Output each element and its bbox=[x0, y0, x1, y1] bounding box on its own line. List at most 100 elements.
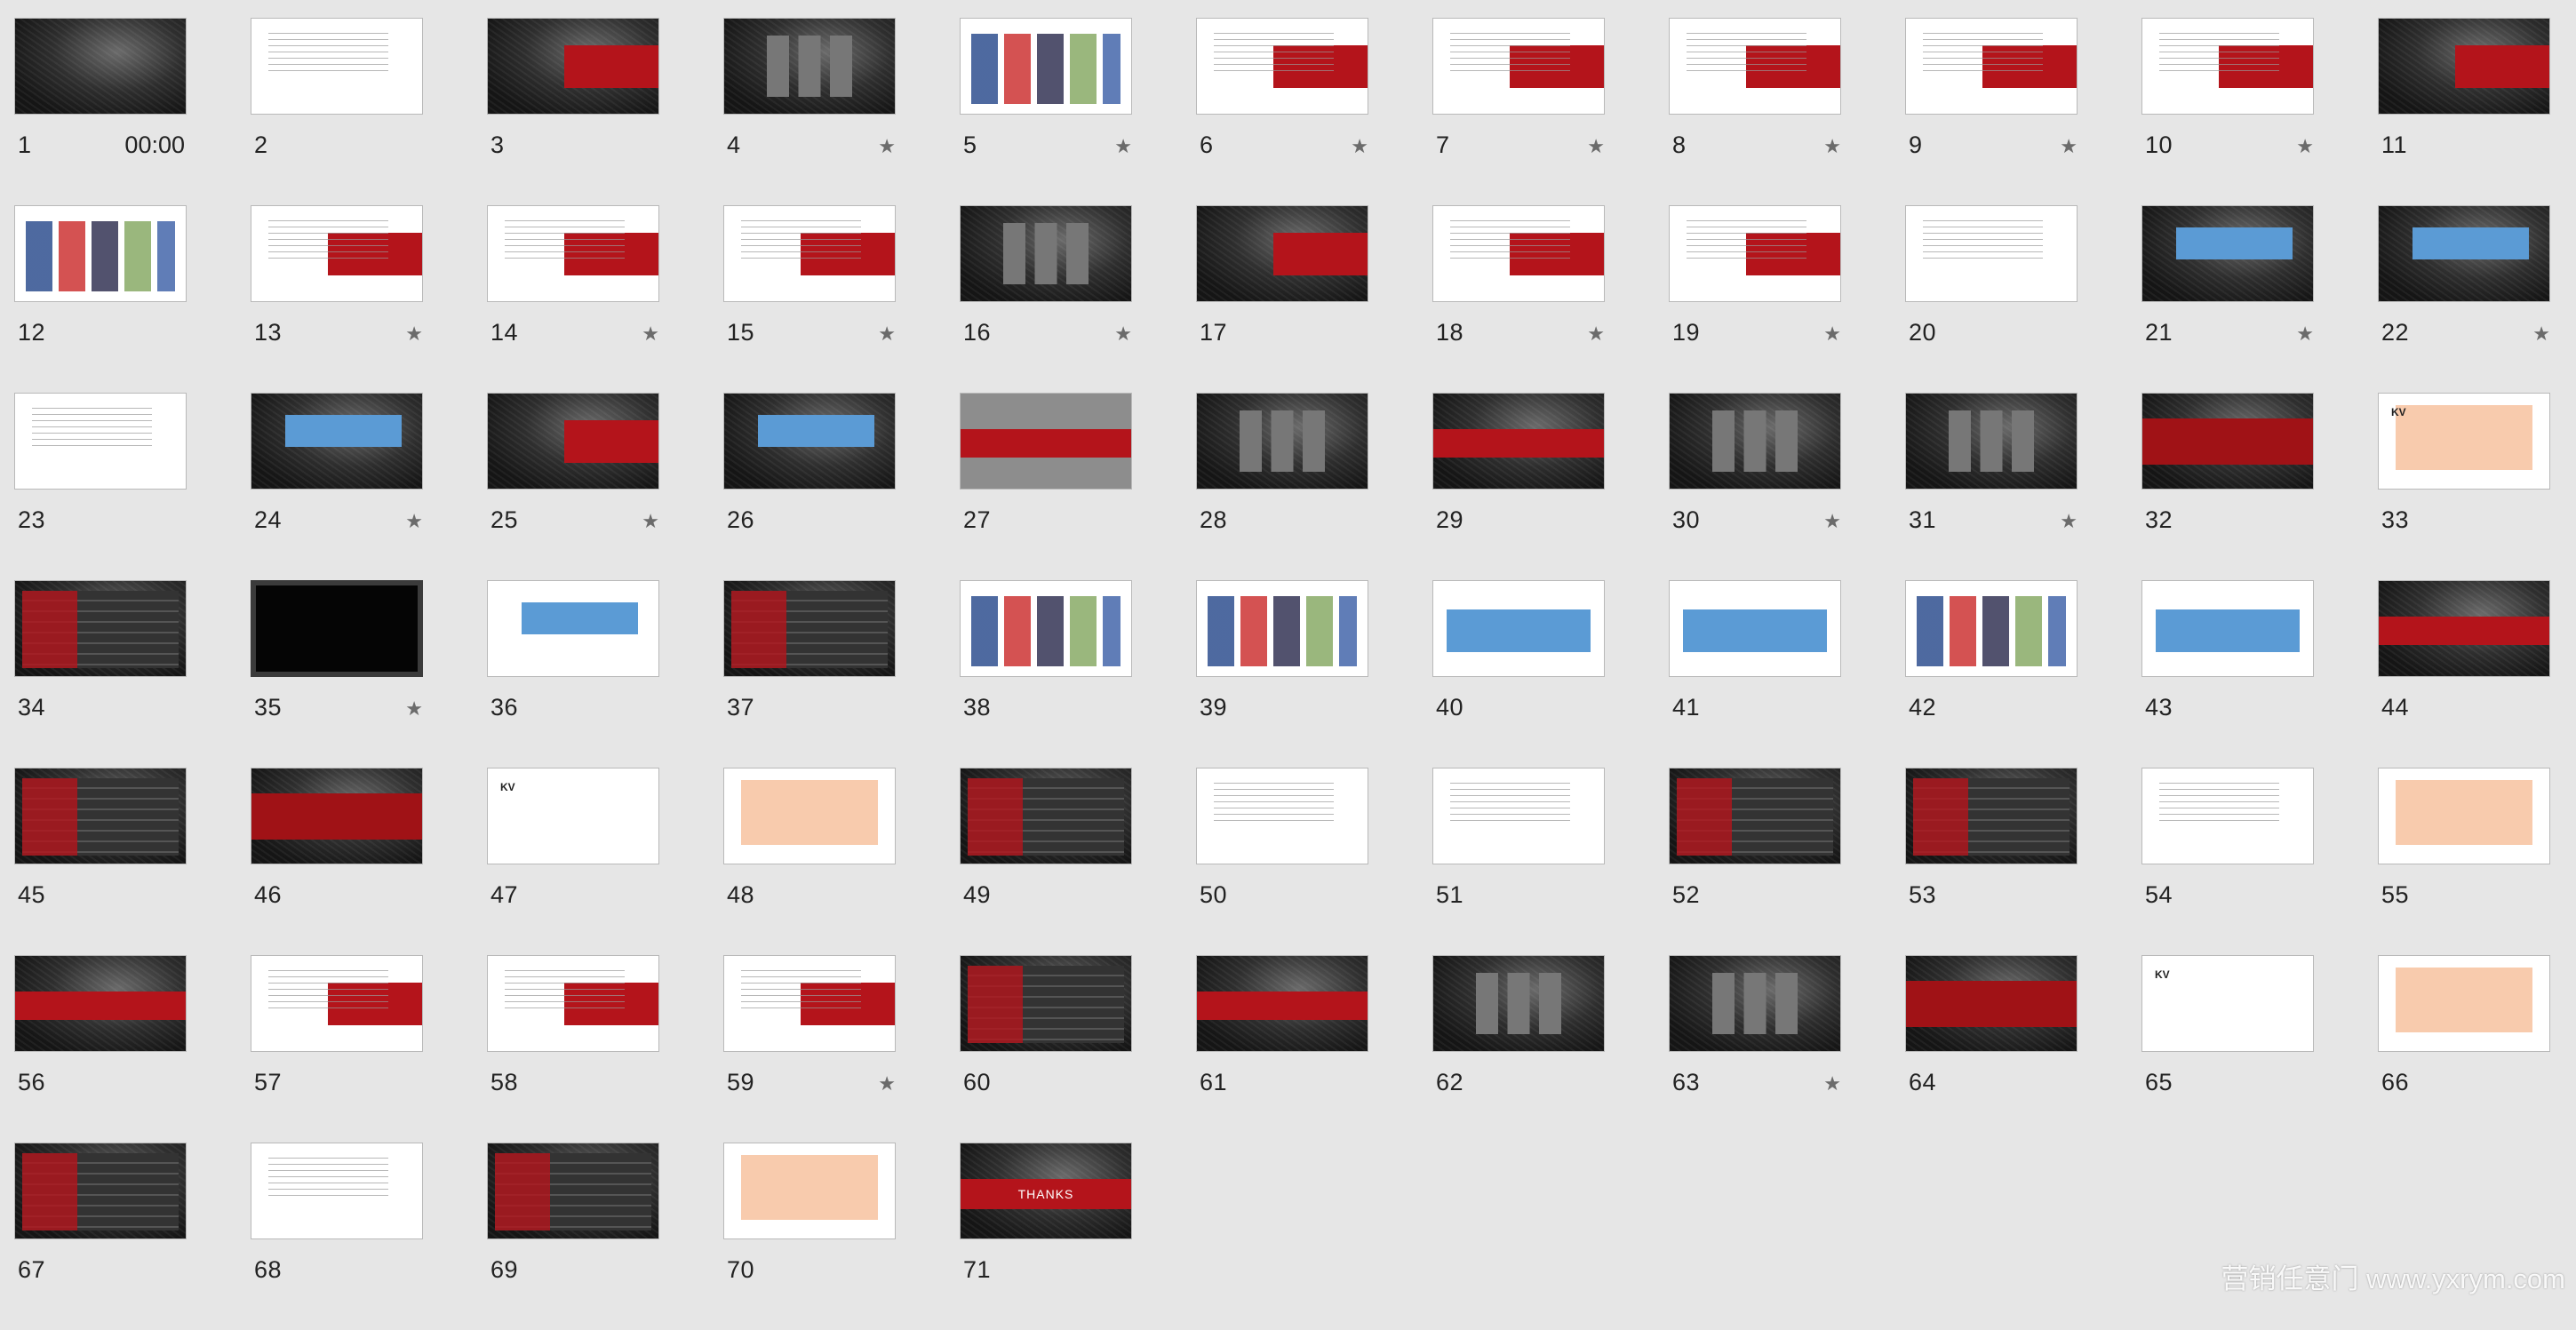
slide-thumbnail[interactable]: 29 bbox=[1432, 393, 1605, 580]
slide-thumbnail[interactable]: 45 bbox=[14, 768, 187, 955]
slide-preview bbox=[14, 393, 187, 490]
slide-number: 33 bbox=[2381, 506, 2410, 533]
slide-thumbnail[interactable]: 27 bbox=[960, 393, 1132, 580]
slide-thumbnail[interactable]: 34 bbox=[14, 580, 187, 768]
slide-thumbnail[interactable]: 28 bbox=[1196, 393, 1368, 580]
slide-thumbnail[interactable]: KV 33 bbox=[2378, 393, 2550, 580]
slide-preview bbox=[2141, 768, 2314, 864]
animation-star-icon: ★ bbox=[1587, 323, 1605, 345]
slide-thumbnail[interactable]: 67 bbox=[14, 1143, 187, 1330]
animation-star-icon: ★ bbox=[1823, 510, 1841, 532]
slide-thumbnail[interactable]: 57 bbox=[251, 955, 423, 1143]
slide-number: 64 bbox=[1909, 1069, 1937, 1095]
table-panel bbox=[967, 965, 1125, 1044]
slide-thumbnail[interactable]: 22 ★ bbox=[2378, 205, 2550, 393]
slide-thumbnail[interactable]: 38 bbox=[960, 580, 1132, 768]
slide-thumbnail[interactable]: 23 bbox=[14, 393, 187, 580]
slide-thumbnail[interactable]: 31 ★ bbox=[1905, 393, 2078, 580]
slide-thumbnail[interactable]: 25 ★ bbox=[487, 393, 659, 580]
slide-thumbnail[interactable]: KV 47 bbox=[487, 768, 659, 955]
slide-thumbnail[interactable]: 4 ★ bbox=[723, 18, 896, 205]
animation-star-icon: ★ bbox=[642, 510, 659, 532]
text-lines bbox=[268, 33, 388, 71]
slide-thumbnail[interactable]: 69 bbox=[487, 1143, 659, 1330]
slide-thumbnail[interactable]: 36 bbox=[487, 580, 659, 768]
slide-thumbnail[interactable]: 24 ★ bbox=[251, 393, 423, 580]
slide-thumbnail[interactable]: 26 bbox=[723, 393, 896, 580]
slide-thumbnail[interactable]: 19 ★ bbox=[1669, 205, 1841, 393]
slide-thumbnail[interactable]: 39 bbox=[1196, 580, 1368, 768]
slide-thumbnail[interactable]: 3 bbox=[487, 18, 659, 205]
slide-thumbnail[interactable]: 66 bbox=[2378, 955, 2550, 1143]
slide-thumbnail[interactable]: 30 ★ bbox=[1669, 393, 1841, 580]
slide-thumbnail[interactable]: 2 bbox=[251, 18, 423, 205]
slide-thumbnail[interactable]: 49 bbox=[960, 768, 1132, 955]
slide-thumbnail[interactable]: 1 00:00 bbox=[14, 18, 187, 205]
slide-preview bbox=[960, 393, 1132, 490]
slide-thumbnail[interactable]: 37 bbox=[723, 580, 896, 768]
slide-thumbnail[interactable]: 48 bbox=[723, 768, 896, 955]
slide-preview bbox=[723, 1143, 896, 1239]
slide-thumbnail[interactable]: KV 65 bbox=[2141, 955, 2314, 1143]
slide-number: 46 bbox=[254, 881, 283, 908]
slide-number: 41 bbox=[1672, 694, 1701, 721]
slide-thumbnail[interactable]: 9 ★ bbox=[1905, 18, 2078, 205]
slide-thumbnail[interactable]: 15 ★ bbox=[723, 205, 896, 393]
slide-thumbnail[interactable]: 32 bbox=[2141, 393, 2314, 580]
slide-thumbnail[interactable]: 21 ★ bbox=[2141, 205, 2314, 393]
slide-preview bbox=[1432, 393, 1605, 490]
slide-thumbnail[interactable]: 44 bbox=[2378, 580, 2550, 768]
text-lines bbox=[2159, 783, 2279, 821]
slide-preview bbox=[960, 768, 1132, 864]
slide-number: 15 bbox=[727, 319, 755, 346]
red-band bbox=[564, 420, 658, 463]
slide-thumbnail[interactable]: 6 ★ bbox=[1196, 18, 1368, 205]
slide-thumbnail[interactable]: 70 bbox=[723, 1143, 896, 1330]
slide-thumbnail[interactable]: 59 ★ bbox=[723, 955, 896, 1143]
slide-thumbnail[interactable]: 56 bbox=[14, 955, 187, 1143]
slide-number: 36 bbox=[490, 694, 519, 721]
slide-thumbnail[interactable]: 46 bbox=[251, 768, 423, 955]
slide-thumbnail[interactable]: 64 bbox=[1905, 955, 2078, 1143]
slide-thumbnail[interactable]: 62 bbox=[1432, 955, 1605, 1143]
table-panel bbox=[1676, 777, 1834, 856]
slide-thumbnail[interactable]: 60 bbox=[960, 955, 1132, 1143]
slide-thumbnail[interactable]: 12 bbox=[14, 205, 187, 393]
slide-number: 7 bbox=[1436, 131, 1450, 158]
slide-number: 27 bbox=[963, 506, 992, 533]
slide-thumbnail[interactable]: 63 ★ bbox=[1669, 955, 1841, 1143]
slide-thumbnail[interactable]: 17 bbox=[1196, 205, 1368, 393]
slide-thumbnail[interactable]: 35 ★ bbox=[251, 580, 423, 768]
slide-thumbnail[interactable]: 18 ★ bbox=[1432, 205, 1605, 393]
slide-thumbnail[interactable]: 50 bbox=[1196, 768, 1368, 955]
slide-thumbnail[interactable]: 54 bbox=[2141, 768, 2314, 955]
slide-thumbnail[interactable]: 52 bbox=[1669, 768, 1841, 955]
slide-thumbnail[interactable]: 5 ★ bbox=[960, 18, 1132, 205]
slide-thumbnail[interactable]: 43 bbox=[2141, 580, 2314, 768]
slide-thumbnail[interactable]: 40 bbox=[1432, 580, 1605, 768]
slide-thumbnail[interactable]: 61 bbox=[1196, 955, 1368, 1143]
slide-thumbnail[interactable]: 10 ★ bbox=[2141, 18, 2314, 205]
slide-thumbnail[interactable]: THANKS 71 bbox=[960, 1143, 1132, 1330]
slide-thumbnail[interactable]: 14 ★ bbox=[487, 205, 659, 393]
slide-thumbnail[interactable]: 51 bbox=[1432, 768, 1605, 955]
animation-star-icon: ★ bbox=[2060, 135, 2078, 157]
slide-thumbnail[interactable]: 41 bbox=[1669, 580, 1841, 768]
slide-thumbnail[interactable]: 8 ★ bbox=[1669, 18, 1841, 205]
slide-thumbnail[interactable]: 53 bbox=[1905, 768, 2078, 955]
slide-number: 29 bbox=[1436, 506, 1464, 533]
slide-thumbnail[interactable]: 42 bbox=[1905, 580, 2078, 768]
slide-number: 1 bbox=[18, 131, 32, 158]
slide-thumbnail[interactable]: 68 bbox=[251, 1143, 423, 1330]
slide-thumbnail[interactable]: 58 bbox=[487, 955, 659, 1143]
table-panel bbox=[494, 1152, 652, 1231]
slide-thumbnail[interactable]: 20 bbox=[1905, 205, 2078, 393]
slide-thumbnail[interactable]: 7 ★ bbox=[1432, 18, 1605, 205]
slide-thumbnail[interactable]: 11 bbox=[2378, 18, 2550, 205]
blue-box bbox=[1447, 609, 1591, 653]
slide-thumbnail[interactable]: 13 ★ bbox=[251, 205, 423, 393]
slide-preview bbox=[1905, 768, 2078, 864]
slide-thumbnail[interactable]: 55 bbox=[2378, 768, 2550, 955]
slide-number: 53 bbox=[1909, 881, 1937, 908]
slide-thumbnail[interactable]: 16 ★ bbox=[960, 205, 1132, 393]
